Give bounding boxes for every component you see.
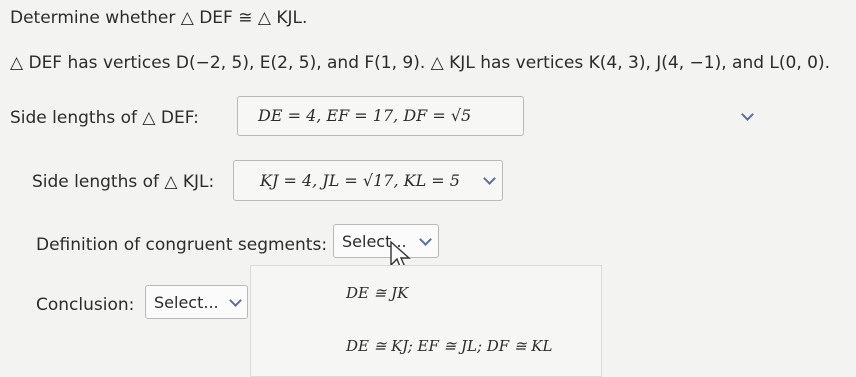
conclusion-label: Conclusion: [36,295,135,315]
prompt-line-1: Determine whether △ DEF ≅ △ KJL. [10,8,308,28]
chevron-down-icon [483,172,496,185]
chevron-down-icon [229,294,242,307]
dropdown-options-panel [250,265,602,377]
definition-label: Definition of congruent segments: [36,235,328,255]
def-side-lengths-value: DE = 4, EF = 17, DF = √5 [258,106,472,125]
kjl-side-lengths-label: Side lengths of △ KJL: [32,172,215,192]
definition-dropdown[interactable]: Select... [333,224,439,258]
dropdown-option-2[interactable]: DE ≅ KJ; EF ≅ JL; DF ≅ KL [346,337,552,355]
chevron-down-icon [419,233,432,246]
def-side-lengths-label: Side lengths of △ DEF: [10,108,199,128]
conclusion-dropdown[interactable]: Select... [145,285,248,319]
kjl-side-lengths-dropdown[interactable]: KJ = 4, JL = √17, KL = 5 [233,160,503,201]
conclusion-selected: Select... [154,293,219,312]
prompt-line-2: △ DEF has vertices D(−2, 5), E(2, 5), an… [10,53,831,73]
dropdown-option-1[interactable]: DE ≅ JK [346,284,408,302]
chevron-down-icon [741,108,754,121]
def-side-lengths-dropdown[interactable]: DE = 4, EF = 17, DF = √5 [237,96,754,136]
kjl-side-lengths-value: KJ = 4, JL = √17, KL = 5 [260,171,460,190]
